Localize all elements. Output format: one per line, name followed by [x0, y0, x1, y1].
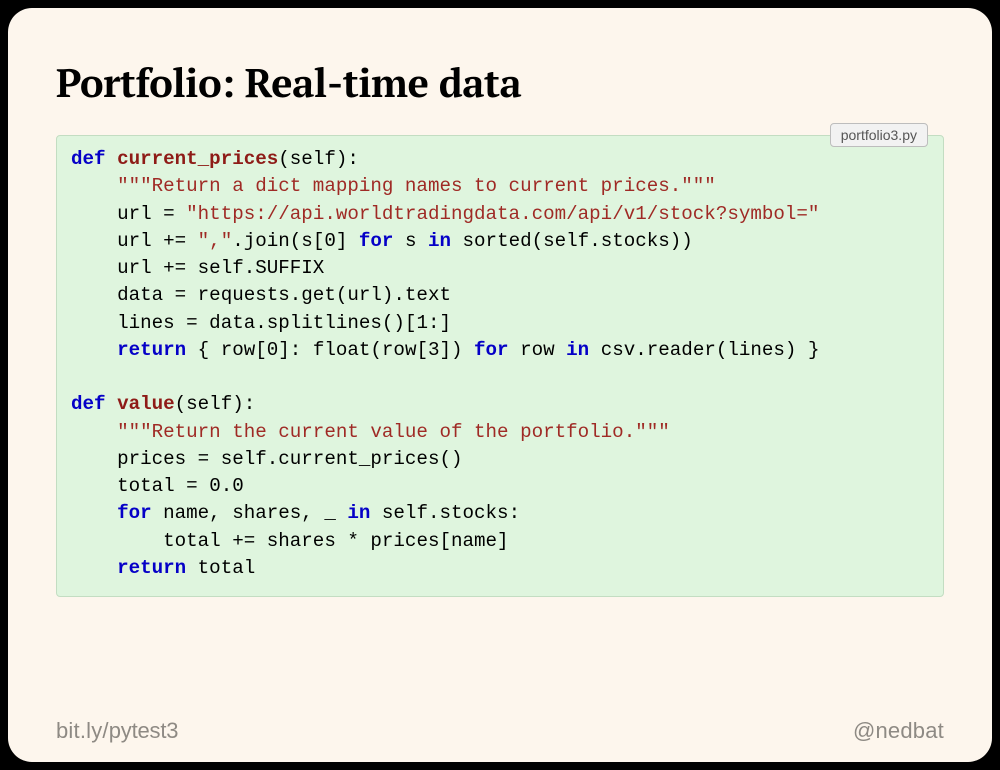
- kw-for: for: [117, 502, 152, 524]
- code-text: { row[: [186, 339, 267, 361]
- code-wrapper: portfolio3.py def current_prices(self): …: [56, 135, 944, 597]
- code-text: .join(s[: [232, 230, 324, 252]
- docstring: """Return a dict mapping names to curren…: [117, 175, 716, 197]
- code-text: prices = self.current_prices(): [117, 448, 462, 470]
- string-literal: ",": [198, 230, 233, 252]
- kw-return: return: [117, 339, 186, 361]
- string-literal: "https://api.worldtradingdata.com/api/v1…: [186, 203, 819, 225]
- fn-name: current_prices: [117, 148, 278, 170]
- filename-tab: portfolio3.py: [830, 123, 928, 147]
- paren-close: ):: [336, 148, 359, 170]
- paren-open: (: [175, 393, 187, 415]
- code-text: total: [186, 557, 255, 579]
- kw-def: def: [71, 393, 106, 415]
- code-text: ]: float(row[: [278, 339, 428, 361]
- kw-def: def: [71, 148, 106, 170]
- footer-right: @nedbat: [853, 718, 944, 744]
- kw-in: in: [566, 339, 589, 361]
- param-self: self: [186, 393, 232, 415]
- code-text: total =: [117, 475, 209, 497]
- slide-title: Portfolio: Real-time data: [56, 56, 944, 109]
- code-text: total += shares * prices[name]: [163, 530, 508, 552]
- code-block: def current_prices(self): """Return a di…: [56, 135, 944, 597]
- footer-slug: pytest3: [109, 718, 179, 743]
- slide: Portfolio: Real-time data portfolio3.py …: [8, 8, 992, 762]
- number: 0: [267, 339, 279, 361]
- kw-for: for: [474, 339, 509, 361]
- footer-prefix: bit.ly/: [56, 718, 109, 743]
- footer: bit.ly/pytest3 @nedbat: [56, 708, 944, 744]
- kw-return: return: [117, 557, 186, 579]
- paren-open: (: [278, 148, 290, 170]
- footer-left: bit.ly/pytest3: [56, 718, 178, 744]
- docstring: """Return the current value of the portf…: [117, 421, 670, 443]
- code-text: csv.reader(lines) }: [589, 339, 819, 361]
- code-text: data = requests.get(url).text: [117, 284, 451, 306]
- kw-in: in: [428, 230, 451, 252]
- paren-close: ):: [232, 393, 255, 415]
- kw-for: for: [359, 230, 394, 252]
- code-text: ]: [336, 230, 359, 252]
- code-text: sorted(self.stocks)): [451, 230, 693, 252]
- param-self: self: [290, 148, 336, 170]
- code-text: name, shares, _: [152, 502, 348, 524]
- kw-in: in: [347, 502, 370, 524]
- code-text: s: [393, 230, 428, 252]
- code-text: ]): [439, 339, 474, 361]
- number: 0.0: [209, 475, 244, 497]
- fn-name: value: [117, 393, 175, 415]
- code-text: row: [509, 339, 567, 361]
- code-text: url += self.SUFFIX: [117, 257, 324, 279]
- code-text: lines = data.splitlines()[: [117, 312, 416, 334]
- code-text: :]: [428, 312, 451, 334]
- code-text: self.stocks:: [370, 502, 520, 524]
- code-text: url +=: [117, 230, 198, 252]
- code-text: url =: [117, 203, 186, 225]
- number: 0: [324, 230, 336, 252]
- number: 1: [416, 312, 428, 334]
- number: 3: [428, 339, 440, 361]
